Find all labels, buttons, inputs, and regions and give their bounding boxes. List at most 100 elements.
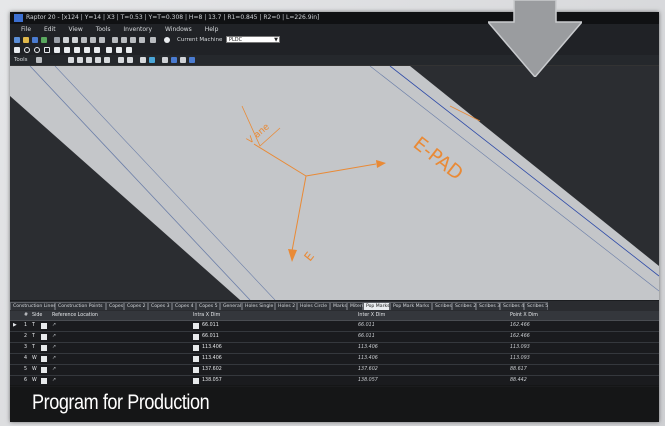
close-icon[interactable]: [14, 47, 20, 53]
menu-tools[interactable]: Tools: [96, 26, 111, 33]
tab-marks[interactable]: Marks: [330, 302, 347, 310]
menu-file[interactable]: File: [21, 26, 31, 33]
row-edit-icon[interactable]: [193, 323, 199, 329]
tab-pop-marks[interactable]: Pop Marks: [363, 302, 390, 310]
print-icon[interactable]: [54, 37, 60, 43]
table-row[interactable]: 3 T ↗ 113.406 113.406 113.093: [10, 343, 659, 354]
tab-holes-2[interactable]: Holes 2: [275, 302, 297, 310]
drawing-canvas[interactable]: V ane E-PAD E: [10, 65, 659, 301]
copy-icon[interactable]: [90, 37, 96, 43]
tab-copes-4[interactable]: Copes 4: [172, 302, 196, 310]
globe-icon[interactable]: [164, 37, 170, 43]
tab-construction-lines[interactable]: Construction Lines: [10, 302, 56, 310]
tab-scribes-2[interactable]: Scribes 2: [452, 302, 476, 310]
lines-icon[interactable]: [126, 47, 132, 53]
arrow-left-icon[interactable]: [77, 57, 83, 63]
col-side: Side: [32, 313, 43, 318]
row-side: T: [32, 323, 35, 328]
menu-view[interactable]: View: [69, 26, 83, 33]
square-icon[interactable]: [44, 47, 50, 53]
rotate-icon[interactable]: [74, 47, 80, 53]
tab-miters[interactable]: Miters: [347, 302, 364, 310]
table-row[interactable]: 2 T ↗ 66.011 66.011 162.466: [10, 332, 659, 343]
machine-select[interactable]: PLDC ▼: [226, 36, 280, 43]
arrow-down-icon[interactable]: [68, 57, 74, 63]
menu-inventory[interactable]: Inventory: [123, 26, 152, 33]
slope-icon[interactable]: [150, 37, 156, 43]
view-iso-icon[interactable]: [189, 57, 195, 63]
row-side-dropdown[interactable]: [41, 323, 47, 329]
undo-icon[interactable]: [63, 37, 69, 43]
row-edit-icon[interactable]: [193, 345, 199, 351]
flag-alt-icon[interactable]: [121, 37, 127, 43]
mirror-icon[interactable]: [94, 47, 100, 53]
paste-icon[interactable]: [99, 37, 105, 43]
new-file-icon[interactable]: [14, 37, 20, 43]
tab-scribes[interactable]: Scribes: [432, 302, 452, 310]
chevron-down-icon: ▼: [274, 37, 278, 43]
tab-holes-single[interactable]: Holes Single: [242, 302, 275, 310]
row-intra[interactable]: 137.602: [202, 365, 222, 375]
row-side-dropdown[interactable]: [41, 345, 47, 351]
circle-icon[interactable]: [24, 47, 30, 53]
flag-icon[interactable]: [112, 37, 118, 43]
table-row[interactable]: 4 W ↗ 113.406 113.406 113.093: [10, 354, 659, 365]
row-ref-location: ↗: [52, 323, 57, 328]
menu-edit[interactable]: Edit: [44, 26, 56, 33]
menu-help[interactable]: Help: [205, 26, 219, 33]
menu-windows[interactable]: Windows: [165, 26, 192, 33]
tab-scribes-4[interactable]: Scribes 4: [500, 302, 524, 310]
run-icon[interactable]: [41, 37, 47, 43]
row-intra[interactable]: 113.406: [202, 343, 222, 353]
hash-icon[interactable]: [106, 47, 112, 53]
row-edit-icon[interactable]: [193, 356, 199, 362]
layers-alt-icon[interactable]: [127, 57, 133, 63]
tab-construction-points[interactable]: Construction Points: [55, 302, 106, 310]
row-side-dropdown[interactable]: [41, 378, 47, 384]
arrow-up-right-icon[interactable]: [104, 57, 110, 63]
row-side-dropdown[interactable]: [41, 356, 47, 362]
tab-copes-5[interactable]: Copes 5: [196, 302, 220, 310]
table-row[interactable]: ▶ 1 T ↗ 66.011 66.011 162.466: [10, 321, 659, 332]
tab-copes-1[interactable]: Copes 1: [106, 302, 128, 310]
grid-icon[interactable]: [84, 47, 90, 53]
tab-pop-mark-marks[interactable]: Pop Mark Marks: [390, 302, 432, 310]
move-icon[interactable]: [64, 47, 70, 53]
cut-icon[interactable]: [81, 37, 87, 43]
row-side-dropdown[interactable]: [41, 334, 47, 340]
arrow-right-icon[interactable]: [86, 57, 92, 63]
help-icon[interactable]: [72, 37, 78, 43]
col-inter-x-dim: Inter X Dim: [358, 313, 386, 318]
tool-icon[interactable]: [139, 37, 145, 43]
tab-copes-2[interactable]: Copes 2: [124, 302, 148, 310]
layers-icon[interactable]: [118, 57, 124, 63]
row-edit-icon[interactable]: [193, 367, 199, 373]
add-icon[interactable]: [54, 47, 60, 53]
view-front-icon[interactable]: [171, 57, 177, 63]
view-top-icon[interactable]: [162, 57, 168, 63]
tab-holes-circle[interactable]: Holes Circle: [297, 302, 330, 310]
row-inter: 137.602: [358, 367, 378, 372]
tab-copes-3[interactable]: Copes 3: [148, 302, 172, 310]
row-intra[interactable]: 66.011: [202, 332, 219, 342]
refresh-icon[interactable]: [149, 57, 155, 63]
row-side-dropdown[interactable]: [41, 367, 47, 373]
save-icon[interactable]: [32, 37, 38, 43]
row-edit-icon[interactable]: [193, 378, 199, 384]
row-number: 3: [24, 345, 28, 350]
table-row[interactable]: 5 W ↗ 137.602 137.602 88.617: [10, 365, 659, 376]
target-icon[interactable]: [34, 47, 40, 53]
tab-scribes-5[interactable]: Scribes 5: [524, 302, 548, 310]
tab-scribes-3[interactable]: Scribes 3: [476, 302, 500, 310]
brush-icon[interactable]: [140, 57, 146, 63]
row-intra[interactable]: 113.406: [202, 354, 222, 364]
tab-general[interactable]: General: [220, 302, 242, 310]
view-side-icon[interactable]: [180, 57, 186, 63]
row-intra[interactable]: 66.011: [202, 321, 219, 331]
arrow-up-icon[interactable]: [95, 57, 101, 63]
dots-icon[interactable]: [116, 47, 122, 53]
select-icon[interactable]: [36, 57, 42, 63]
open-folder-icon[interactable]: [23, 37, 29, 43]
row-edit-icon[interactable]: [193, 334, 199, 340]
filter-icon[interactable]: [130, 37, 136, 43]
